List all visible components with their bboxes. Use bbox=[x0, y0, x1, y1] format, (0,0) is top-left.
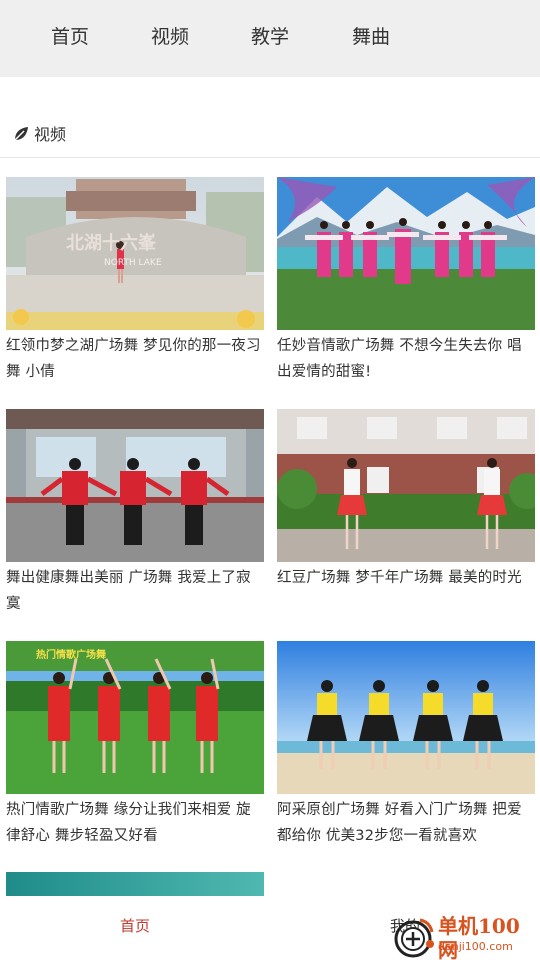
thumbnail-sign-subtext: NORTH LAKE bbox=[104, 258, 162, 268]
video-thumbnail[interactable]: 北湖十六峯 NORTH LAKE bbox=[6, 177, 264, 330]
video-thumbnail[interactable] bbox=[277, 641, 535, 794]
video-card[interactable]: 任妙音情歌广场舞 不想今生失去你 唱出爱情的甜蜜! bbox=[277, 177, 535, 385]
site-watermark: 单机100网 danji100.com bbox=[390, 906, 538, 960]
section-title: 视频 bbox=[34, 125, 67, 144]
video-card[interactable]: 热门情歌广场舞 热门情歌广场舞 缘分让我们来相爱 旋律舒心 舞步轻盈又好看 bbox=[6, 641, 264, 849]
video-thumbnail[interactable] bbox=[6, 409, 264, 562]
video-card[interactable]: 红豆广场舞 梦千年广场舞 最美的时光 bbox=[277, 409, 535, 591]
video-caption[interactable]: 舞出健康舞出美丽 广场舞 我爱上了寂寞 bbox=[6, 565, 264, 617]
thumbnail-sign-text: 北湖十六峯 bbox=[66, 232, 157, 254]
video-caption[interactable]: 任妙音情歌广场舞 不想今生失去你 唱出爱情的甜蜜! bbox=[277, 333, 535, 385]
tab-home[interactable]: 首页 bbox=[51, 24, 89, 50]
video-card[interactable]: 阿采原创广场舞 好看入门广场舞 把爱都给你 优美32步您一看就喜欢 bbox=[277, 641, 535, 849]
video-caption[interactable]: 红领巾梦之湖广场舞 梦见你的那一夜习舞 小倩 bbox=[6, 333, 264, 385]
thumbnail-banner-text: 热门情歌广场舞 bbox=[36, 648, 106, 661]
watermark-url: danji100.com bbox=[438, 940, 513, 953]
gamepad-logo-icon bbox=[394, 918, 434, 958]
video-caption[interactable]: 阿采原创广场舞 好看入门广场舞 把爱都给你 优美32步您一看就喜欢 bbox=[277, 797, 535, 849]
video-card[interactable]: 舞出健康舞出美丽 广场舞 我爱上了寂寞 bbox=[6, 409, 264, 617]
tab-video[interactable]: 视频 bbox=[151, 24, 189, 50]
leaf-icon bbox=[14, 127, 28, 141]
video-thumbnail[interactable] bbox=[277, 177, 535, 330]
video-thumbnail[interactable] bbox=[277, 409, 535, 562]
section-header: 视频 bbox=[0, 116, 540, 158]
video-thumbnail[interactable] bbox=[6, 872, 264, 896]
tab-dance-music[interactable]: 舞曲 bbox=[352, 24, 390, 50]
video-thumbnail[interactable]: 热门情歌广场舞 bbox=[6, 641, 264, 794]
video-card[interactable]: 北湖十六峯 NORTH LAKE 红领巾梦之湖广场舞 梦见你的那一夜习舞 小倩 bbox=[6, 177, 264, 385]
bottom-tab-home[interactable]: 首页 bbox=[120, 916, 150, 936]
top-nav-bar: 首页 视频 教学 舞曲 bbox=[0, 0, 540, 77]
video-card[interactable] bbox=[6, 872, 264, 896]
video-caption[interactable]: 红豆广场舞 梦千年广场舞 最美的时光 bbox=[277, 565, 535, 591]
tab-teaching[interactable]: 教学 bbox=[251, 24, 289, 50]
video-caption[interactable]: 热门情歌广场舞 缘分让我们来相爱 旋律舒心 舞步轻盈又好看 bbox=[6, 797, 264, 849]
